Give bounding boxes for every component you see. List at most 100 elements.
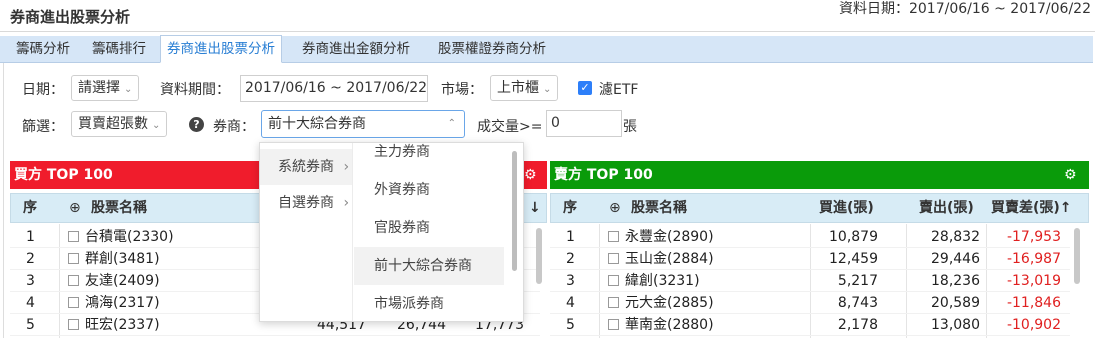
menu-option-top10[interactable]: 前十大綜合券商: [354, 247, 504, 285]
market-select[interactable]: 上市櫃 ⌄: [490, 75, 559, 101]
row-stock-name: 華南金(2880): [625, 317, 714, 333]
plus-icon[interactable]: ⊕: [69, 194, 81, 222]
table-row[interactable]: 1 永豐金(2890) 10,879 28,832 -17,953: [550, 226, 1070, 248]
row-seq: 5: [566, 317, 575, 333]
sell-table-header: 賣方 TOP 100 ⚙: [550, 161, 1089, 189]
broker-category-list: 系統券商 › 自選券商 ›: [260, 143, 353, 321]
col-buy-qty[interactable]: 買進(張): [819, 194, 874, 222]
row-stock: 元大金(2885): [608, 292, 714, 314]
row-seq: 5: [26, 317, 35, 333]
table-row[interactable]: 2 玉山金(2884) 12,459 29,446 -16,987: [550, 248, 1070, 270]
period-field[interactable]: 2017/06/16 ~ 2017/06/22: [240, 75, 428, 102]
col-stock-name: 股票名稱: [631, 200, 687, 216]
help-icon[interactable]: ?: [189, 117, 204, 132]
row-sell-qty: 20,589: [931, 295, 980, 311]
period-label: 資料期間：: [160, 82, 230, 98]
row-seq: 2: [26, 251, 35, 267]
volume-unit-label: 張: [623, 119, 637, 135]
chevron-right-icon: ›: [343, 195, 350, 211]
menu-option-market-faction[interactable]: 市場派券商: [354, 285, 504, 321]
sell-table-scrollbar[interactable]: [1074, 228, 1080, 284]
row-seq: 2: [566, 251, 575, 267]
sell-table-title: 賣方 TOP 100: [554, 167, 653, 183]
volume-input[interactable]: 0: [546, 110, 622, 137]
chevron-down-icon: ⌄: [124, 84, 133, 95]
row-stock-name: 台積電(2330): [85, 229, 174, 245]
row-checkbox[interactable]: [68, 231, 79, 242]
row-checkbox[interactable]: [608, 297, 619, 308]
plus-icon[interactable]: ⊕: [609, 194, 621, 222]
row-stock-name: 永豐金(2890): [625, 229, 714, 245]
tab-bar: 籌碼分析 籌碼排行 券商進出股票分析 券商進出金額分析 股票權證券商分析: [0, 35, 1093, 63]
row-seq: 4: [26, 295, 35, 311]
row-stock-name: 鴻海(2317): [85, 295, 160, 311]
gear-icon[interactable]: ⚙: [524, 161, 537, 189]
row-seq: 1: [26, 229, 35, 245]
row-diff: -16,987: [1006, 251, 1061, 267]
etf-checkbox[interactable]: ✓: [578, 81, 592, 95]
row-stock-name: 緯創(3231): [625, 273, 700, 289]
menu-option-main-force[interactable]: 主力券商: [354, 143, 504, 171]
sell-table-body: 1 永豐金(2890) 10,879 28,832 -17,953 2 玉山金(…: [550, 226, 1089, 338]
row-checkbox[interactable]: [608, 319, 619, 330]
tab-broker-stock-analysis[interactable]: 券商進出股票分析: [160, 35, 282, 63]
table-row[interactable]: 4 元大金(2885) 8,743 20,589 -11,846: [550, 292, 1070, 314]
row-sell-qty: 18,236: [931, 273, 980, 289]
title-divider: [0, 31, 1095, 32]
menu-item-label: 系統券商: [278, 159, 334, 175]
filter-select[interactable]: 買賣超張數 ⌄: [71, 111, 168, 137]
row-stock-name: 友達(2409): [85, 273, 160, 289]
menu-item-system-brokers[interactable]: 系統券商 ›: [260, 149, 352, 185]
table-row[interactable]: 5 華南金(2880) 2,178 13,080 -10,902: [550, 314, 1070, 336]
row-stock-name: 旺宏(2337): [85, 317, 160, 333]
chevron-right-icon: ›: [343, 159, 350, 175]
market-label: 市場：: [441, 82, 483, 98]
row-sell-qty: 28,832: [931, 229, 980, 245]
buy-table-scrollbar[interactable]: [536, 228, 542, 284]
menu-option-foreign[interactable]: 外資券商: [354, 171, 504, 209]
row-buy-qty: 12,459: [829, 251, 878, 267]
row-checkbox[interactable]: [68, 275, 79, 286]
col-diff[interactable]: 買賣差(張)↑: [991, 194, 1072, 222]
broker-select-value: 前十大綜合券商: [268, 116, 366, 132]
row-sell-qty: 29,446: [931, 251, 980, 267]
row-diff: -11,846: [1006, 295, 1061, 311]
buy-table-title: 買方 TOP 100: [14, 167, 113, 183]
row-checkbox[interactable]: [608, 275, 619, 286]
row-seq: 3: [26, 273, 35, 289]
tab-chip-ranking[interactable]: 籌碼排行: [86, 36, 152, 63]
broker-select[interactable]: 前十大綜合券商 ⌃: [261, 110, 465, 138]
row-buy-qty: 10,879: [829, 229, 878, 245]
date-select-value: 請選擇: [78, 80, 120, 96]
tab-warrant-broker-analysis[interactable]: 股票權證券商分析: [432, 36, 552, 63]
gear-icon[interactable]: ⚙: [1064, 161, 1077, 189]
tab-chip-analysis[interactable]: 籌碼分析: [10, 36, 76, 63]
row-checkbox[interactable]: [608, 253, 619, 264]
row-checkbox[interactable]: [608, 231, 619, 242]
menu-item-label: 自選券商: [278, 195, 334, 211]
menu-option-government[interactable]: 官股券商: [354, 209, 504, 247]
sort-arrow-icon[interactable]: ↓: [529, 194, 541, 222]
menu-item-custom-brokers[interactable]: 自選券商 ›: [260, 185, 352, 221]
broker-dropdown-menu: 系統券商 › 自選券商 › 主力券商 外資券商 官股券商 前十大綜合券商 市場派…: [259, 142, 524, 322]
date-label: 日期：: [22, 82, 64, 98]
broker-label: 券商：: [213, 119, 255, 135]
chevron-down-icon: ⌄: [152, 120, 161, 131]
row-buy-qty: 8,743: [837, 295, 878, 311]
row-seq: 3: [566, 273, 575, 289]
broker-option-list: 主力券商 外資券商 官股券商 前十大綜合券商 市場派券商: [354, 143, 522, 321]
col-sell-qty[interactable]: 賣出(張): [919, 194, 974, 222]
dropdown-scrollbar[interactable]: [512, 151, 517, 271]
row-seq: 1: [566, 229, 575, 245]
row-checkbox[interactable]: [68, 253, 79, 264]
row-stock-name: 玉山金(2884): [625, 251, 714, 267]
date-select[interactable]: 請選擇 ⌄: [71, 75, 140, 101]
row-checkbox[interactable]: [68, 319, 79, 330]
table-row[interactable]: 3 緯創(3231) 5,217 18,236 -13,019: [550, 270, 1070, 292]
row-buy-qty: 5,217: [837, 273, 878, 289]
row-stock: 永豐金(2890): [608, 226, 714, 248]
row-stock: 旺宏(2337): [68, 314, 160, 336]
data-date-range: 資料日期：2017/06/16 ~ 2017/06/22: [838, 1, 1091, 17]
tab-broker-amount-analysis[interactable]: 券商進出金額分析: [296, 36, 416, 63]
row-checkbox[interactable]: [68, 297, 79, 308]
